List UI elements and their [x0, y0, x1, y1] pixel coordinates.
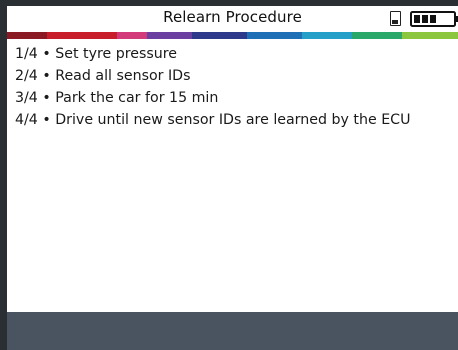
step-item-2: 2/4 • Read all sensor IDs: [15, 68, 191, 84]
step-item-4: 4/4 • Drive until new sensor IDs are lea…: [15, 112, 411, 128]
sd-card-icon: [390, 11, 401, 26]
steps-list: 1/4 • Set tyre pressure 2/4 • Read all s…: [15, 43, 410, 131]
footer-bar: [7, 312, 458, 350]
screen: Relearn Procedure 1/4 • Set tyre pressur…: [0, 0, 458, 350]
header-bar: Relearn Procedure: [7, 6, 458, 32]
step-item-1: 1/4 • Set tyre pressure: [15, 46, 178, 62]
color-strip: [7, 32, 458, 39]
battery-icon: [410, 11, 458, 27]
device-frame-left: [0, 0, 7, 350]
main-content: 1/4 • Set tyre pressure 2/4 • Read all s…: [7, 41, 458, 312]
step-item-3: 3/4 • Park the car for 15 min: [15, 90, 219, 106]
